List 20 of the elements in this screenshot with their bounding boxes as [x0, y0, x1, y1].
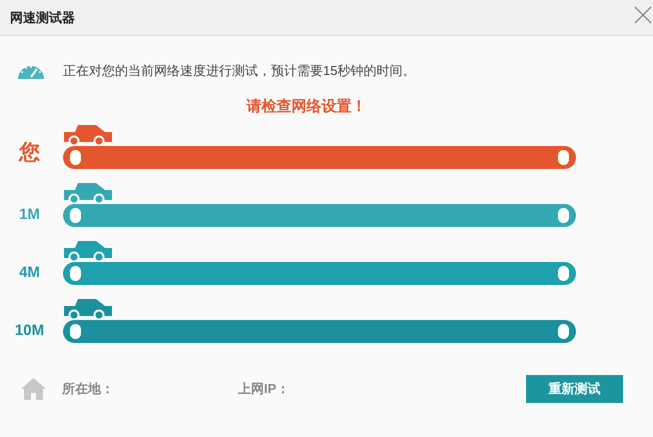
ip-label: 上网IP：	[238, 380, 290, 398]
home-icon	[20, 377, 47, 401]
close-icon[interactable]	[634, 6, 652, 24]
track-start-knob	[70, 266, 81, 281]
track-end-knob	[558, 324, 569, 339]
track-start-knob	[70, 150, 81, 165]
track-end-knob	[558, 208, 569, 223]
track-start-knob	[70, 324, 81, 339]
intro-text: 正在对您的当前网络速度进行测试，预计需要15秒钟的时间。	[63, 62, 416, 80]
window-title: 网速测试器	[10, 8, 75, 27]
track-start-knob	[70, 208, 81, 223]
warning-text: 请检查网络设置！	[246, 96, 366, 116]
lane-label: 1M	[19, 204, 40, 224]
lane-label: 您	[19, 140, 40, 166]
track-end-knob	[558, 266, 569, 281]
lane-label: 10M	[14, 320, 44, 340]
track-end-knob	[558, 150, 569, 165]
retest-button[interactable]: 重新测试	[526, 375, 623, 403]
lane-label: 4M	[19, 262, 40, 282]
location-label: 所在地：	[62, 380, 115, 398]
